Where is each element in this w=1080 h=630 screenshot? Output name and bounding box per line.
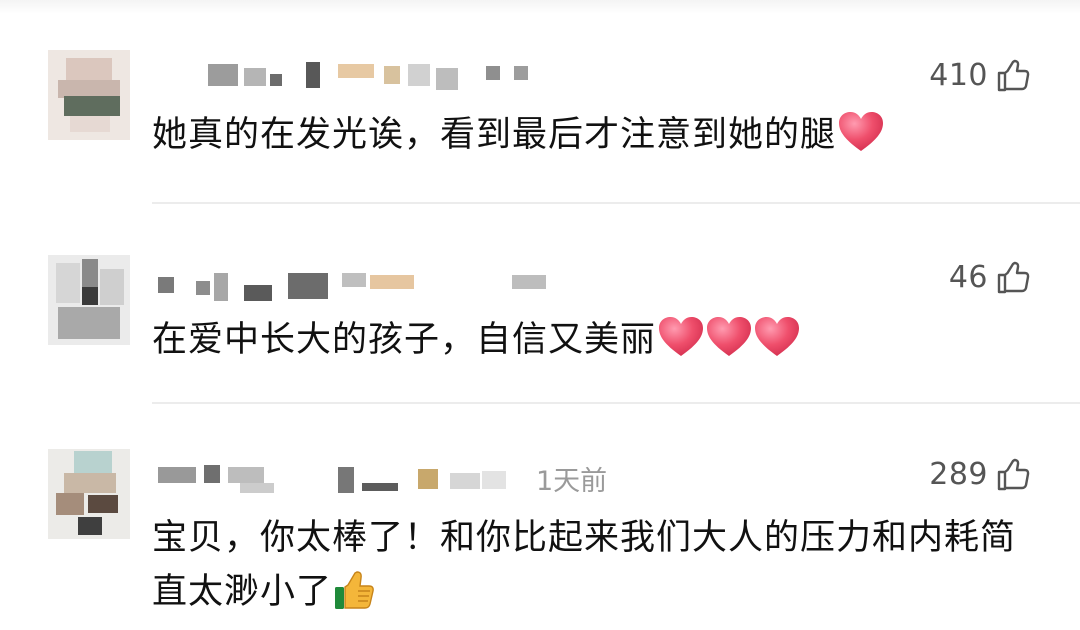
like-count: 289 xyxy=(929,457,988,492)
thumbs-up-outline-icon xyxy=(996,458,1030,492)
like-button[interactable]: 410 xyxy=(929,58,1030,93)
thumbs-up-outline-icon xyxy=(996,261,1030,295)
comment-text: 在爱中长大的孩子，自信又美丽 xyxy=(152,313,1042,367)
comment-item: 410 她真的在发光诶，看到最后才注意到她的腿 xyxy=(0,0,1080,205)
username-blurred[interactable] xyxy=(152,62,712,92)
username-blurred[interactable] xyxy=(152,271,712,301)
avatar[interactable] xyxy=(48,255,130,345)
comment-item: 46 在爱中长大的孩子，自信又美丽 xyxy=(0,205,1080,405)
like-button[interactable]: 289 xyxy=(929,457,1030,492)
avatar[interactable] xyxy=(48,50,130,140)
thumbs-up-emoji xyxy=(334,569,376,611)
heart-emoji xyxy=(754,316,800,358)
timestamp: 1天前 xyxy=(536,466,608,497)
comment-item: 1天前 289 宝贝，你太棒了！和你比起来我们大人的压力和内耗简直太渺小了 xyxy=(0,405,1080,630)
avatar[interactable] xyxy=(48,449,130,539)
comment-text: 宝贝，你太棒了！和你比起来我们大人的压力和内耗简直太渺小了 xyxy=(152,518,1017,612)
divider xyxy=(152,202,1080,204)
like-count: 46 xyxy=(948,260,988,295)
heart-emoji xyxy=(838,111,884,153)
username-blurred[interactable] xyxy=(152,465,712,495)
like-button[interactable]: 46 xyxy=(949,260,1030,295)
thumbs-up-outline-icon xyxy=(996,59,1030,93)
heart-emoji xyxy=(658,316,704,358)
heart-emoji xyxy=(706,316,752,358)
like-count: 410 xyxy=(929,58,988,93)
divider xyxy=(152,402,1080,404)
comment-text: 她真的在发光诶，看到最后才注意到她的腿 xyxy=(152,108,1042,162)
